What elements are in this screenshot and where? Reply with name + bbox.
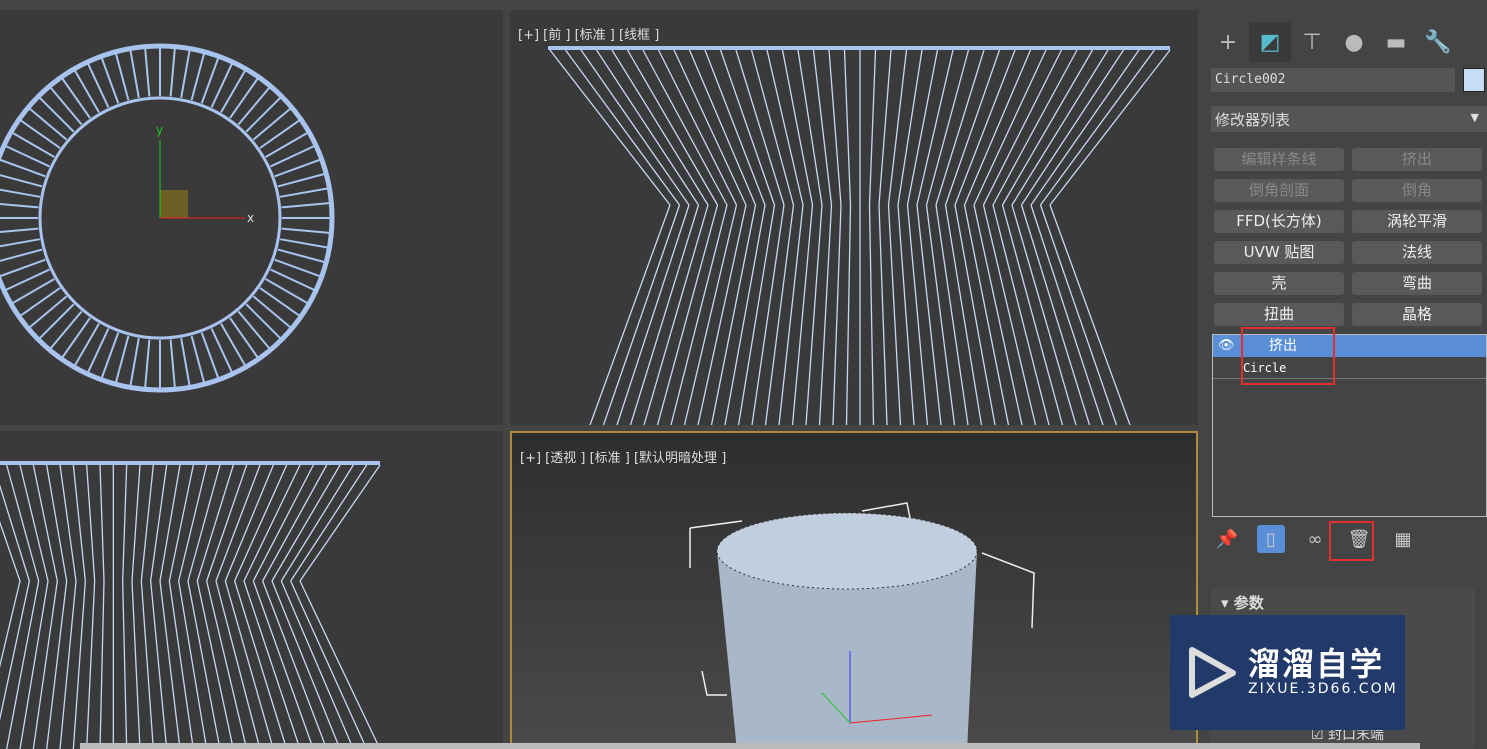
object-color-swatch[interactable] — [1463, 68, 1485, 92]
watermark-text: 溜溜自学 — [1248, 645, 1385, 683]
hierarchy-tab-icon[interactable]: ⊤ — [1291, 22, 1333, 62]
modifier-button[interactable]: 扭曲 — [1214, 303, 1344, 326]
chevron-down-icon: ▼ — [1470, 111, 1479, 124]
viewport-left[interactable] — [0, 431, 503, 749]
extrude-wireframe-left — [0, 461, 381, 749]
make-unique-icon[interactable]: ∞ — [1301, 525, 1329, 553]
modifier-buttons: 编辑样条线 挤出 倒角剖面 倒角 FFD(长方体) 涡轮平滑 UVW 贴图 法线壳弯曲 扭曲 晶格 — [1214, 148, 1484, 326]
object-name-input[interactable]: Circle002 — [1211, 68, 1455, 92]
configure-modifier-sets-icon[interactable]: ▦ — [1389, 525, 1417, 553]
motion-tab-icon[interactable]: ● — [1333, 22, 1375, 62]
stack-toolbar: 📌 ▯ ∞ 🗑 ▦ — [1213, 525, 1417, 553]
svg-text:x: x — [247, 211, 254, 225]
viewport-front[interactable]: [+] [前 ] [标准 ] [线框 ] — [510, 10, 1198, 425]
highlight-box — [1329, 521, 1374, 561]
play-logo-icon — [1189, 647, 1236, 698]
modifier-list-label: 修改器列表 — [1215, 111, 1291, 129]
display-tab-icon[interactable]: ▬ — [1375, 22, 1417, 62]
modifier-button[interactable]: 法线 — [1352, 241, 1482, 264]
command-tabs: + ◩ ⊤ ● ▬ 🔧 — [1207, 22, 1487, 62]
viewport-perspective[interactable]: [+] [透视 ] [标准 ] [默认明暗处理 ] — [510, 431, 1198, 749]
viewport-label[interactable]: [+] [透视 ] [标准 ] [默认明暗处理 ] — [520, 447, 726, 466]
viewport-label[interactable]: [+] [前 ] [标准 ] [线框 ] — [518, 24, 659, 43]
modifier-button[interactable]: 编辑样条线 — [1214, 148, 1344, 171]
modifier-button[interactable]: 涡轮平滑 — [1352, 210, 1482, 233]
modifier-button[interactable]: 倒角剖面 — [1214, 179, 1344, 202]
main-toolbar — [0, 0, 1205, 10]
modifier-button[interactable]: 弯曲 — [1352, 272, 1482, 295]
svg-text:y: y — [156, 123, 163, 137]
watermark-logo: 溜溜自学 ZIXUE.3D66.COM — [1170, 615, 1405, 730]
modifier-button[interactable]: 壳 — [1214, 272, 1344, 295]
highlight-box — [1241, 327, 1335, 385]
modifier-button[interactable]: 倒角 — [1352, 179, 1482, 202]
pin-stack-icon[interactable]: 📌 — [1213, 525, 1241, 553]
show-end-result-icon[interactable]: ▯ — [1257, 525, 1285, 553]
viewport-top[interactable]: y x — [0, 10, 503, 425]
modifier-button[interactable]: 晶格 — [1352, 303, 1482, 326]
utilities-tab-wrench-icon[interactable]: 🔧 — [1417, 22, 1459, 62]
eye-icon[interactable]: 👁 — [1218, 335, 1235, 357]
extruded-cylinder — [689, 502, 1035, 747]
circle-wireframe: y x — [0, 43, 335, 393]
create-tab-plus-icon[interactable]: + — [1207, 22, 1249, 62]
horizontal-scrollbar[interactable] — [80, 743, 1420, 749]
rollout-title[interactable]: ▾ 参数 — [1211, 588, 1475, 617]
extrude-wireframe-front — [548, 46, 1171, 425]
modify-tab-icon[interactable]: ◩ — [1249, 22, 1291, 62]
modifier-button[interactable]: FFD(长方体) — [1214, 210, 1344, 233]
modifier-list-dropdown[interactable]: 修改器列表 ▼ — [1211, 106, 1487, 132]
watermark-url: ZIXUE.3D66.COM — [1248, 681, 1398, 697]
modifier-button[interactable]: 挤出 — [1352, 148, 1482, 171]
modifier-button[interactable]: UVW 贴图 — [1214, 241, 1344, 264]
